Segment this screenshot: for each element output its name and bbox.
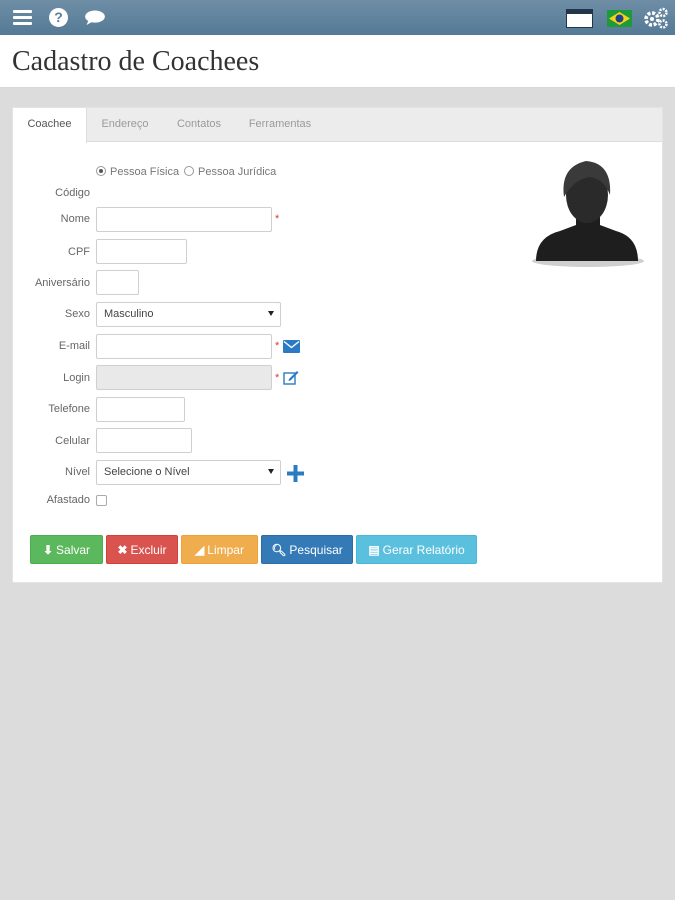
envelope-icon[interactable] xyxy=(283,340,300,353)
nome-required-mark: * xyxy=(275,213,280,225)
nivel-label: Nível xyxy=(64,466,90,478)
celular-label: Celular xyxy=(55,435,90,447)
nome-label: Nome xyxy=(60,213,90,225)
login-input[interactable] xyxy=(96,365,272,390)
top-toolbar: ? xyxy=(0,0,675,35)
email-label: E-mail xyxy=(58,340,90,352)
gears-icon[interactable] xyxy=(643,7,669,29)
title-bar: Cadastro de Coachees xyxy=(0,35,675,88)
nome-input[interactable] xyxy=(96,207,272,232)
eraser-icon: ◢ xyxy=(195,543,205,557)
brazil-flag-icon[interactable] xyxy=(607,10,632,27)
afastado-label: Afastado xyxy=(46,494,90,506)
cpf-input[interactable] xyxy=(96,239,187,264)
telefone-label: Telefone xyxy=(48,403,90,415)
sexo-label: Sexo xyxy=(64,308,90,320)
afastado-checkbox[interactable] xyxy=(96,495,107,506)
sexo-selected-value: Masculino xyxy=(104,308,154,320)
search-button[interactable]: 🔍︎ Pesquisar xyxy=(261,535,353,564)
nivel-select[interactable]: Selecione o Nível xyxy=(96,460,281,485)
edit-icon[interactable] xyxy=(283,370,299,385)
save-button[interactable]: ⬇ Salvar xyxy=(30,535,103,564)
delete-button[interactable]: ✖ Excluir xyxy=(106,535,178,564)
page-title: Cadastro de Coachees xyxy=(12,46,260,77)
email-required-mark: * xyxy=(275,340,280,352)
plus-icon[interactable] xyxy=(287,465,304,482)
tab-endereco[interactable]: Endereço xyxy=(93,108,157,142)
radio-pessoa-fisica[interactable] xyxy=(96,166,106,176)
chat-bubble-icon[interactable] xyxy=(84,10,106,25)
caret-down-icon xyxy=(268,469,274,474)
generate-report-button-label: Gerar Relatório xyxy=(382,543,465,557)
hamburger-menu-icon[interactable] xyxy=(13,8,33,28)
file-icon: ▤ xyxy=(368,543,380,557)
tab-contatos[interactable]: Contatos xyxy=(168,108,230,142)
save-button-label: Salvar xyxy=(56,543,91,557)
search-button-label: Pesquisar xyxy=(289,543,343,557)
cpf-label: CPF xyxy=(68,246,90,258)
clear-button[interactable]: ◢ Limpar xyxy=(181,535,258,564)
generate-report-button[interactable]: ▤ Gerar Relatório xyxy=(356,535,477,564)
nivel-selected-value: Selecione o Nível xyxy=(104,466,190,478)
pessoa-fisica-label: Pessoa Física xyxy=(110,166,180,178)
help-icon[interactable]: ? xyxy=(49,8,68,27)
caret-down-icon xyxy=(268,311,274,316)
user-silhouette-icon xyxy=(532,161,644,267)
download-icon: ⬇ xyxy=(42,543,54,557)
radio-pessoa-juridica[interactable] xyxy=(184,166,194,176)
delete-button-label: Excluir xyxy=(130,543,167,557)
tab-bar: Coachee Endereço Contatos Ferramentas xyxy=(13,108,662,143)
clear-button-label: Limpar xyxy=(207,543,244,557)
telefone-input[interactable] xyxy=(96,397,185,422)
codigo-label: Código xyxy=(55,187,90,199)
login-required-mark: * xyxy=(275,372,280,384)
tab-ferramentas[interactable]: Ferramentas xyxy=(241,108,319,142)
tab-coachee[interactable]: Coachee xyxy=(13,108,87,143)
aniversario-label: Aniversário xyxy=(34,277,90,289)
window-icon[interactable] xyxy=(566,9,593,28)
aniversario-input[interactable] xyxy=(96,270,139,295)
close-icon: ✖ xyxy=(117,543,128,557)
email-input[interactable] xyxy=(96,334,272,359)
search-icon: 🔍︎ xyxy=(271,543,287,557)
sexo-select[interactable]: Masculino xyxy=(96,302,281,327)
login-label: Login xyxy=(63,372,90,384)
celular-input[interactable] xyxy=(96,428,192,453)
pessoa-juridica-label: Pessoa Jurídica xyxy=(198,166,277,178)
